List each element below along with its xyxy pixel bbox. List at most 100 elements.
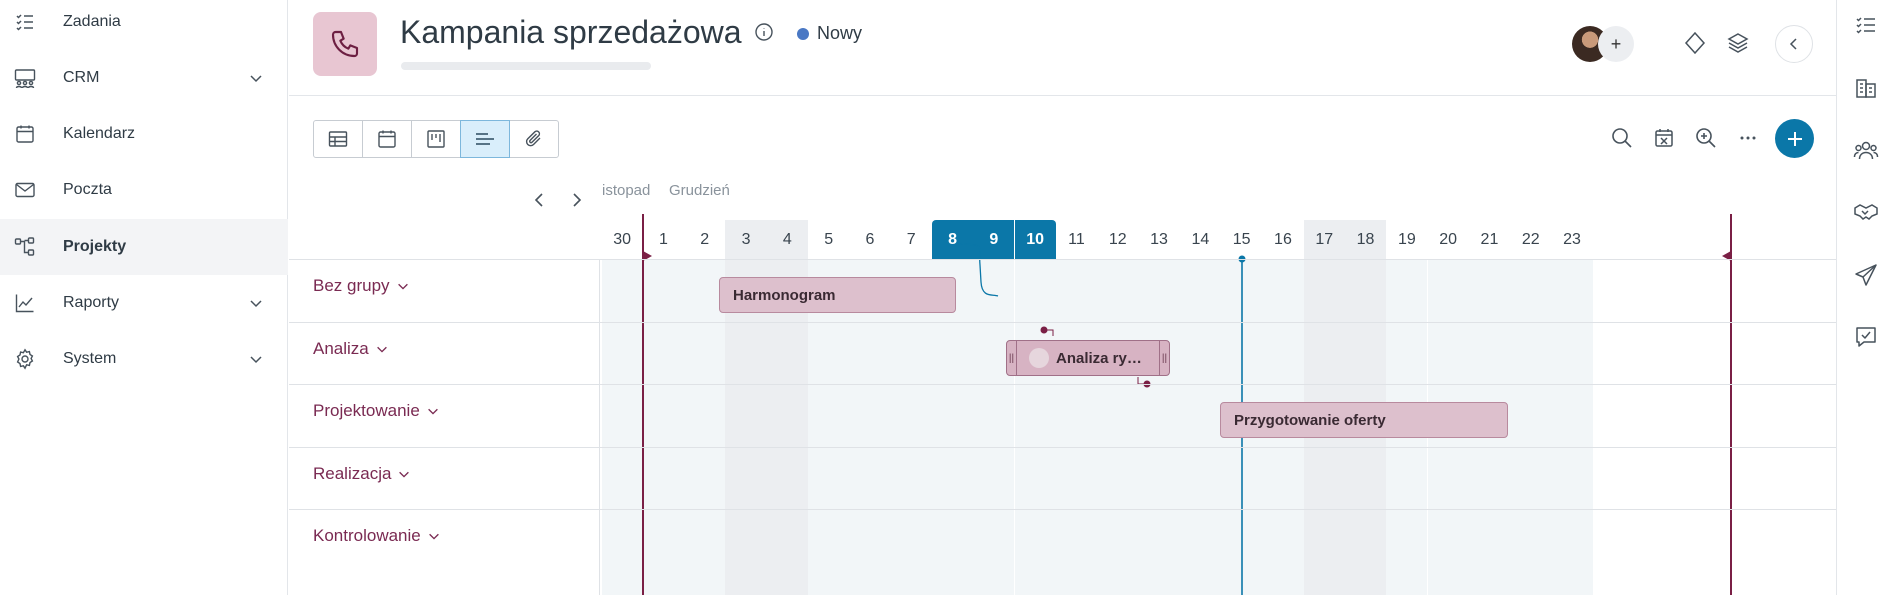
task-avatar (1029, 348, 1049, 368)
add-member-button[interactable]: + (1598, 26, 1634, 62)
gear-icon (16, 348, 34, 370)
sidebar-item-label: Zadania (63, 13, 121, 30)
calendar-icon (16, 125, 34, 143)
send-icon[interactable] (1853, 262, 1879, 288)
gantt-task-harmonogram[interactable]: Harmonogram (719, 277, 956, 313)
status-badge[interactable]: Nowy (797, 23, 862, 44)
task-label: Przygotowanie oferty (1234, 411, 1386, 429)
chat-check-icon[interactable] (1853, 324, 1879, 350)
lane-name: Projektowanie (313, 401, 420, 420)
lane-label-bez-grupy[interactable]: Bez grupy (313, 276, 410, 296)
lane-divider (289, 509, 1836, 510)
chevron-down-icon[interactable] (397, 467, 411, 481)
layers-icon[interactable] (1725, 30, 1751, 56)
lane-label-kontrolowanie[interactable]: Kontrolowanie (313, 526, 441, 546)
sidebar-item-kalendarz[interactable]: Kalendarz (0, 106, 288, 162)
kanban-view-button[interactable] (411, 120, 461, 158)
gantt-view-icon (476, 133, 494, 145)
add-task-button[interactable] (1775, 119, 1814, 158)
gantt-view-button[interactable] (460, 120, 510, 158)
sidebar-item-label: System (63, 350, 117, 367)
sidebar-item-raporty[interactable]: Raporty (0, 275, 288, 331)
chevron-left-icon[interactable] (527, 188, 551, 212)
chevron-right-icon[interactable] (565, 188, 589, 212)
lane-list: Bez grupy Analiza Projektowanie Realizac… (289, 260, 600, 595)
chevron-down-icon[interactable] (396, 279, 410, 293)
gantt-timeline: istopad Grudzień 30 1 2 3 4 5 6 7 8 9 10 11 12 13 14 15… (600, 170, 1836, 595)
plus-icon (1787, 131, 1802, 146)
project-header: Kampania sprzedażowa Nowy + (289, 0, 1836, 96)
more-options-icon[interactable] (1735, 125, 1761, 151)
building-icon[interactable] (1853, 75, 1879, 101)
lane-name: Realizacja (313, 464, 392, 483)
projects-tree-icon (14, 237, 35, 256)
gantt-task-analiza[interactable]: || Analiza ry… || (1006, 340, 1170, 376)
kanban-view-icon (427, 130, 445, 148)
tasks-list-icon (16, 14, 33, 31)
phone-icon (331, 30, 359, 58)
people-group-icon (14, 69, 36, 89)
project-avatar (313, 12, 377, 76)
paperclip-icon (525, 130, 541, 147)
page-title: Kampania sprzedażowa (400, 14, 742, 50)
calendar-clear-icon[interactable] (1651, 125, 1677, 151)
table-view-button[interactable] (313, 120, 363, 158)
sidebar-item-label: Raporty (63, 294, 120, 311)
sidebar-item-label: Kalendarz (63, 125, 136, 142)
lane-name: Analiza (313, 339, 369, 358)
app-window: Zadania CRM Kalendarz Poczta Projekty Ra… (0, 0, 1895, 595)
calendar-view-button[interactable] (362, 120, 412, 158)
sidebar-item-system[interactable]: System (0, 331, 288, 387)
diamond-icon[interactable] (1682, 30, 1708, 56)
resize-handle-left[interactable]: || (1007, 341, 1017, 375)
task-label: Analiza ry… (1056, 349, 1142, 367)
sidebar-item-poczta[interactable]: Poczta (0, 162, 288, 218)
checklist-icon[interactable] (1853, 12, 1879, 38)
dependency-connector (954, 243, 999, 297)
lane-divider (289, 384, 1836, 385)
status-dot (797, 27, 809, 40)
chevron-down-icon[interactable] (426, 404, 440, 418)
info-icon[interactable] (754, 22, 774, 42)
lane-name: Kontrolowanie (313, 526, 421, 545)
title-progress-placeholder (401, 62, 651, 70)
lane-divider (289, 322, 1836, 323)
chevron-left-icon (1789, 38, 1797, 50)
lane-divider (289, 259, 1836, 260)
calendar-view-icon (378, 130, 396, 148)
task-link-handle[interactable] (1040, 326, 1048, 334)
resize-handle-right[interactable]: || (1159, 341, 1169, 375)
sidebar-item-projekty[interactable]: Projekty (0, 219, 288, 275)
gantt-overlay (642, 214, 1732, 595)
sidebar: Zadania CRM Kalendarz Poczta Projekty Ra… (0, 0, 288, 595)
chevron-down-icon[interactable] (248, 295, 264, 311)
contacts-icon[interactable] (1853, 137, 1879, 163)
handshake-icon[interactable] (1853, 199, 1879, 225)
sidebar-item-label: CRM (63, 69, 100, 86)
chevron-down-icon[interactable] (427, 529, 441, 543)
lane-label-projektowanie[interactable]: Projektowanie (313, 401, 440, 421)
lane-label-realizacja[interactable]: Realizacja (313, 464, 411, 484)
sidebar-item-label: Projekty (63, 238, 127, 255)
lane-label-analiza[interactable]: Analiza (313, 339, 389, 359)
lane-divider (289, 447, 1836, 448)
chevron-down-icon[interactable] (375, 342, 389, 356)
gantt-chart: Bez grupy Analiza Projektowanie Realizac… (289, 170, 1836, 595)
right-rail (1836, 0, 1895, 595)
mail-icon (15, 182, 35, 198)
sidebar-item-zadania[interactable]: Zadania (0, 0, 288, 50)
search-icon[interactable] (1609, 125, 1635, 151)
gantt-task-przygotowanie-oferty[interactable]: Przygotowanie oferty (1220, 402, 1508, 438)
lane-name: Bez grupy (313, 276, 390, 295)
chevron-down-icon[interactable] (248, 351, 264, 367)
view-switcher (313, 120, 559, 158)
chart-line-icon (15, 294, 34, 313)
task-label: Harmonogram (733, 286, 836, 304)
attachments-view-button[interactable] (509, 120, 559, 158)
collapse-panel-button[interactable] (1775, 25, 1813, 63)
sidebar-item-crm[interactable]: CRM (0, 50, 288, 106)
sidebar-item-label: Poczta (63, 181, 112, 198)
zoom-in-icon[interactable] (1693, 125, 1719, 151)
chevron-down-icon[interactable] (248, 70, 264, 86)
table-view-icon (328, 131, 348, 147)
